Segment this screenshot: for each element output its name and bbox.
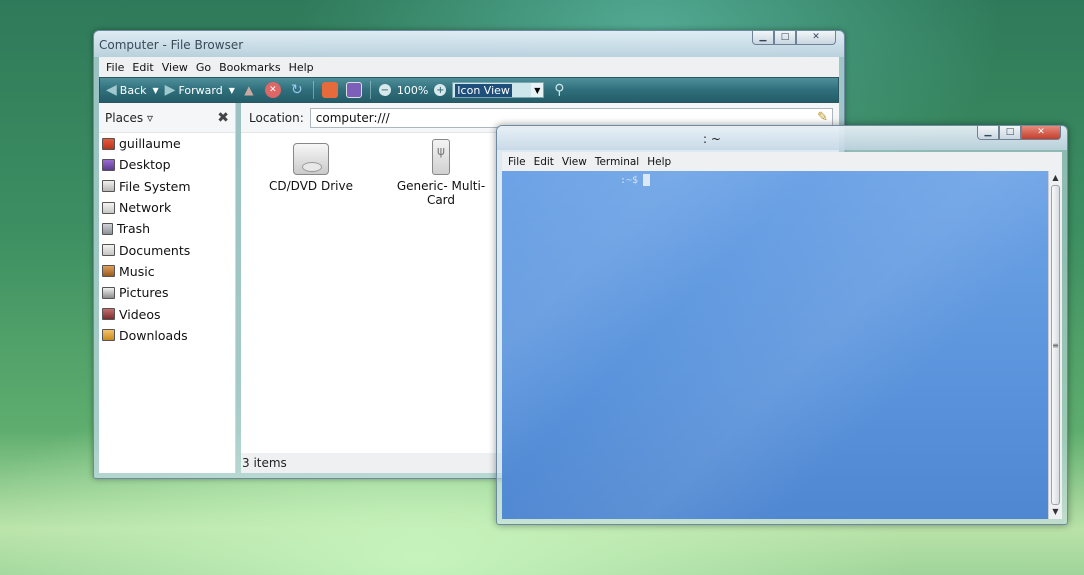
menu-file[interactable]: File — [106, 61, 124, 74]
sidebar-item-desktop[interactable]: Desktop — [99, 154, 235, 175]
sidebar-header: Places ▿ ✖ — [99, 103, 235, 133]
menu-help[interactable]: Help — [289, 61, 314, 74]
sidebar-item-network[interactable]: Network — [99, 197, 235, 218]
forward-button[interactable]: ▶ Forward ▼ — [165, 82, 235, 98]
home-icon — [102, 137, 115, 150]
clear-location-icon[interactable]: ✎ — [817, 110, 828, 125]
menu-view[interactable]: View — [562, 156, 587, 168]
window-controls: ▁ □ ✕ — [752, 31, 836, 45]
maximize-button[interactable]: □ — [999, 126, 1021, 140]
menu-edit[interactable]: Edit — [132, 61, 153, 74]
sidebar-item-documents[interactable]: Documents — [99, 239, 235, 260]
zoom-out-icon[interactable]: − — [378, 84, 391, 96]
terminal-titlebar[interactable]: : ~ ▁ □ ✕ — [497, 126, 1067, 150]
sidebar-item-trash[interactable]: Trash — [99, 218, 235, 239]
places-sidebar: Places ▿ ✖ guillaume Desktop File System… — [99, 103, 236, 473]
location-value: computer:/// — [315, 110, 390, 125]
zoom-in-icon[interactable]: + — [434, 84, 447, 96]
text-cursor — [643, 174, 651, 186]
minimize-button[interactable]: ▁ — [977, 126, 999, 140]
desktop-icon — [102, 158, 115, 171]
folder-icon — [102, 244, 115, 257]
scroll-thumb[interactable]: ≡ — [1051, 185, 1060, 505]
close-button[interactable]: ✕ — [796, 31, 836, 45]
chevron-down-icon[interactable]: ▼ — [229, 86, 235, 95]
location-label: Location: — [249, 110, 304, 125]
home-icon[interactable] — [321, 82, 338, 98]
menu-go[interactable]: Go — [196, 61, 211, 74]
toolbar-separator — [312, 81, 314, 99]
maximize-button[interactable]: □ — [774, 31, 796, 45]
optical-drive-icon — [293, 143, 329, 175]
sidebar-item-home[interactable]: guillaume — [99, 133, 235, 154]
pictures-folder-icon — [102, 286, 115, 299]
file-item-cd-dvd-drive[interactable]: CD/DVD Drive — [256, 133, 366, 193]
back-button[interactable]: ◀ Back ▼ — [106, 82, 159, 98]
terminal-screen[interactable]: :~$ — [502, 171, 1048, 519]
sidebar-item-pictures[interactable]: Pictures — [99, 282, 235, 303]
terminal-prompt: :~$ — [620, 174, 651, 186]
stop-icon[interactable]: ✕ — [264, 82, 281, 98]
menu-terminal[interactable]: Terminal — [595, 156, 639, 168]
downloads-folder-icon — [102, 329, 115, 342]
sidebar-item-downloads[interactable]: Downloads — [99, 325, 235, 346]
sidebar-item-filesystem[interactable]: File System — [99, 176, 235, 197]
up-arrow-icon[interactable]: ▲ — [241, 82, 257, 98]
file-item-label: Generic- Multi-Card — [396, 179, 486, 207]
chevron-down-icon[interactable]: ▼ — [153, 86, 159, 95]
file-browser-titlebar[interactable]: Computer - File Browser ▁ □ ✕ — [94, 31, 844, 57]
item-count: 3 items — [242, 456, 287, 470]
toolbar: ◀ Back ▼ ▶ Forward ▼ ▲ ✕ ↻ − 100% + Icon… — [99, 77, 839, 103]
chevron-down-icon: ▼ — [531, 83, 544, 97]
close-button[interactable]: ✕ — [1021, 126, 1061, 140]
terminal-window: : ~ ▁ □ ✕ File Edit View Terminal Help :… — [496, 125, 1068, 525]
minimize-button[interactable]: ▁ — [752, 31, 774, 45]
search-icon[interactable]: ⚲ — [554, 82, 564, 98]
trash-icon — [102, 222, 113, 235]
view-mode-select[interactable]: Icon View ▼ — [452, 82, 545, 98]
sidebar-item-videos[interactable]: Videos — [99, 303, 235, 324]
menu-bookmarks[interactable]: Bookmarks — [219, 61, 280, 74]
scroll-down-icon[interactable]: ▼ — [1049, 505, 1062, 519]
back-arrow-icon: ◀ — [106, 82, 117, 98]
back-label: Back — [119, 83, 147, 97]
menubar: File Edit View Go Bookmarks Help — [99, 57, 839, 77]
usb-drive-icon: ψ — [432, 139, 450, 175]
window-title: Computer - File Browser — [99, 38, 244, 52]
vertical-scrollbar[interactable]: ▲ ≡ ▼ — [1048, 171, 1062, 519]
network-icon — [102, 201, 115, 214]
sidebar-item-music[interactable]: Music — [99, 261, 235, 282]
forward-arrow-icon: ▶ — [164, 82, 176, 98]
scroll-up-icon[interactable]: ▲ — [1049, 171, 1062, 185]
file-item-multi-card[interactable]: ψ Generic- Multi-Card — [386, 133, 496, 207]
reload-icon[interactable]: ↻ — [289, 82, 305, 98]
forward-label: Forward — [178, 83, 223, 97]
videos-folder-icon — [102, 308, 115, 321]
view-mode-value: Icon View — [455, 83, 512, 97]
computer-icon[interactable] — [345, 82, 362, 98]
menu-view[interactable]: View — [162, 61, 188, 74]
zoom-level: 100% — [396, 83, 429, 97]
menu-edit[interactable]: Edit — [534, 156, 554, 168]
places-dropdown[interactable]: Places ▿ — [105, 111, 153, 125]
terminal-menubar: File Edit View Terminal Help — [502, 152, 1062, 171]
filesystem-icon — [102, 180, 115, 193]
music-folder-icon — [102, 265, 115, 278]
toolbar-separator — [369, 81, 371, 99]
menu-help[interactable]: Help — [647, 156, 671, 168]
menu-file[interactable]: File — [508, 156, 526, 168]
file-item-label: CD/DVD Drive — [269, 179, 353, 193]
window-controls: ▁ □ ✕ — [977, 126, 1061, 140]
close-sidebar-icon[interactable]: ✖ — [217, 110, 229, 126]
